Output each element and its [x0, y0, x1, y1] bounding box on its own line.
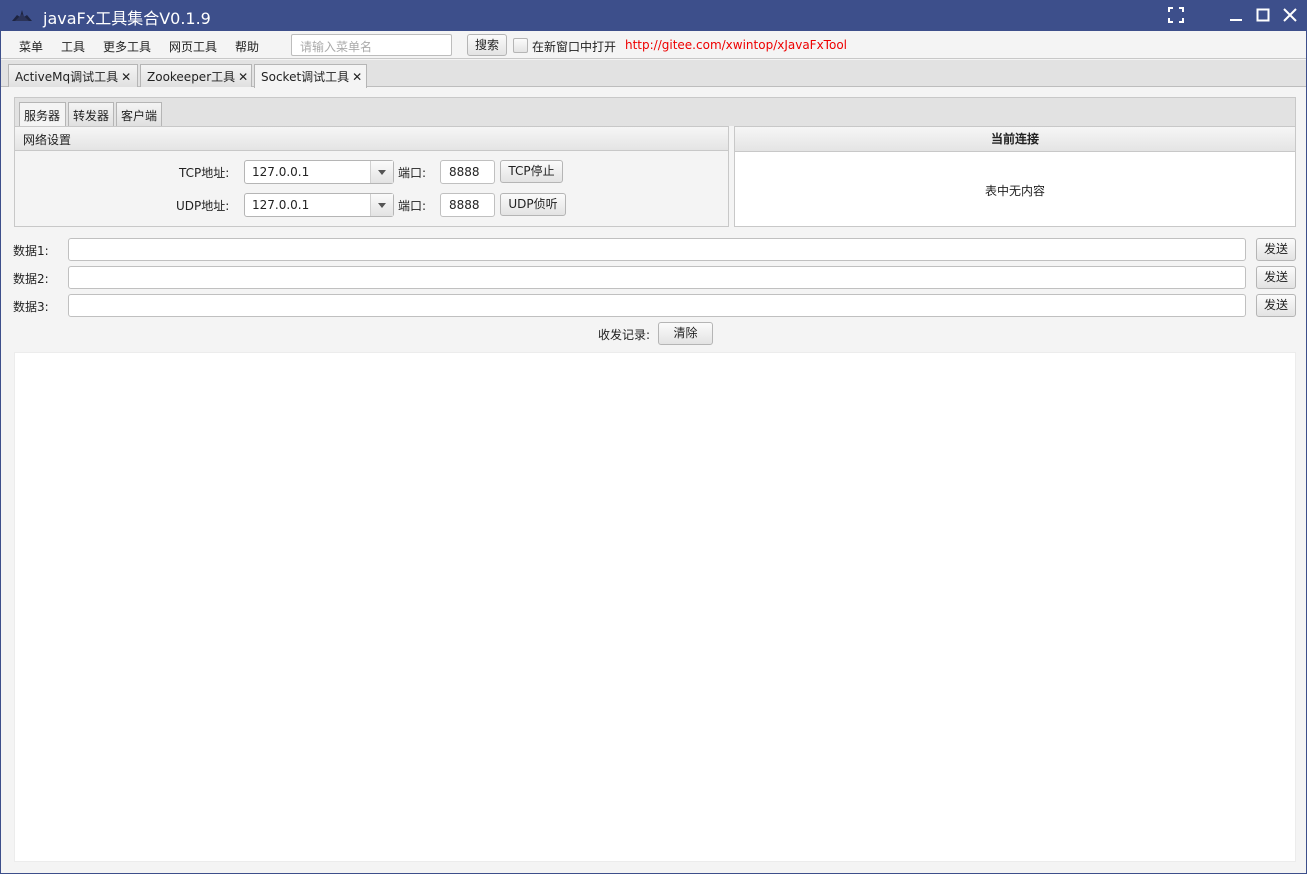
- sub-tab-bar: [14, 97, 1296, 126]
- tab-zookeeper[interactable]: Zookeeper工具 ✕: [140, 64, 252, 87]
- data3-input[interactable]: [68, 294, 1246, 317]
- tab-label: ActiveMq调试工具: [15, 70, 119, 84]
- log-label: 收发记录:: [598, 328, 651, 342]
- tab-socket[interactable]: Socket调试工具 ✕: [254, 64, 367, 88]
- udp-port-label: 端口:: [398, 199, 427, 213]
- udp-address-value: 127.0.0.1: [252, 198, 310, 212]
- app-window: javaFx工具集合V0.1.9 菜单 工具 更多工具 网页工具 帮助 请输入菜…: [1, 0, 1306, 873]
- udp-listen-button[interactable]: UDP侦听: [500, 193, 566, 216]
- tcp-address-label: TCP地址:: [179, 166, 230, 180]
- data1-input[interactable]: [68, 238, 1246, 261]
- log-textarea[interactable]: [14, 352, 1296, 862]
- data2-input[interactable]: [68, 266, 1246, 289]
- connections-column-header[interactable]: 当前连接: [735, 127, 1295, 152]
- data3-label: 数据3:: [13, 300, 49, 314]
- menu-item-help[interactable]: 帮助: [235, 38, 259, 55]
- menu-item-tools[interactable]: 工具: [61, 38, 85, 55]
- tab-close-icon[interactable]: ✕: [121, 70, 131, 84]
- connections-table[interactable]: 当前连接 表中无内容: [734, 126, 1296, 227]
- window-title: javaFx工具集合V0.1.9: [43, 9, 211, 28]
- new-window-checkbox[interactable]: [513, 38, 528, 53]
- maximize-icon[interactable]: [1254, 6, 1272, 24]
- menu-item-menu[interactable]: 菜单: [19, 38, 43, 55]
- udp-address-label: UDP地址:: [176, 199, 230, 213]
- tcp-address-value: 127.0.0.1: [252, 165, 310, 179]
- menu-search-input[interactable]: 请输入菜单名: [291, 34, 452, 56]
- send-data1-button[interactable]: 发送: [1256, 238, 1296, 261]
- tab-close-icon[interactable]: ✕: [352, 70, 362, 84]
- send-data3-button[interactable]: 发送: [1256, 294, 1296, 317]
- menu-item-web-tools[interactable]: 网页工具: [169, 38, 217, 55]
- udp-address-combobox[interactable]: 127.0.0.1: [244, 193, 394, 217]
- table-empty-placeholder: 表中无内容: [985, 184, 1046, 198]
- minimize-icon[interactable]: [1227, 6, 1245, 24]
- tcp-stop-button[interactable]: TCP停止: [500, 160, 563, 183]
- menu-item-more-tools[interactable]: 更多工具: [103, 38, 151, 55]
- subtab-server[interactable]: 服务器: [19, 102, 66, 126]
- search-button[interactable]: 搜索: [467, 34, 507, 56]
- gitee-link[interactable]: http://gitee.com/xwintop/xJavaFxTool: [625, 38, 847, 52]
- tcp-port-label: 端口:: [398, 166, 427, 180]
- data2-label: 数据2:: [13, 272, 49, 286]
- title-bar[interactable]: javaFx工具集合V0.1.9: [1, 0, 1306, 31]
- chevron-down-icon[interactable]: [370, 194, 393, 216]
- data1-label: 数据1:: [13, 244, 49, 258]
- tcp-port-input[interactable]: 8888: [440, 160, 495, 184]
- tab-label: Socket调试工具: [261, 70, 350, 84]
- app-logo-icon: [12, 10, 32, 21]
- network-settings-title: 网络设置: [15, 127, 728, 151]
- tab-label: Zookeeper工具: [147, 70, 236, 84]
- chevron-down-icon[interactable]: [370, 161, 393, 183]
- close-icon[interactable]: [1281, 6, 1299, 24]
- clear-log-button[interactable]: 清除: [658, 322, 713, 345]
- new-window-checkbox-label[interactable]: 在新窗口中打开: [532, 38, 616, 55]
- subtab-client[interactable]: 客户端: [116, 102, 162, 126]
- tab-activemq[interactable]: ActiveMq调试工具 ✕: [8, 64, 138, 87]
- subtab-forwarder[interactable]: 转发器: [68, 102, 114, 126]
- udp-port-input[interactable]: 8888: [440, 193, 495, 217]
- send-data2-button[interactable]: 发送: [1256, 266, 1296, 289]
- tcp-address-combobox[interactable]: 127.0.0.1: [244, 160, 394, 184]
- fullscreen-icon[interactable]: [1167, 6, 1185, 24]
- tab-close-icon[interactable]: ✕: [238, 70, 248, 84]
